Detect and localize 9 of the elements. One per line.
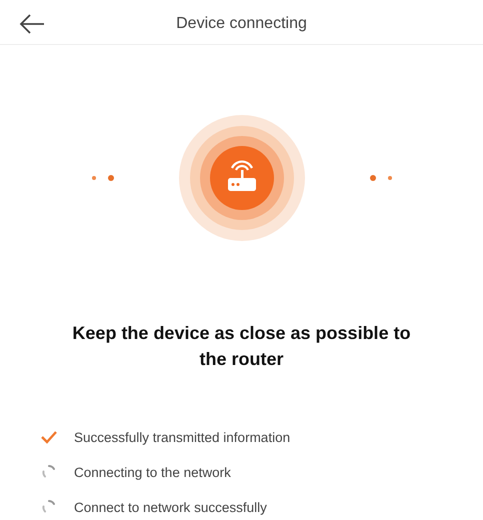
step-label: Connect to network successfully bbox=[74, 500, 267, 514]
dots-icon bbox=[368, 174, 392, 182]
screen-title: Device connecting bbox=[176, 15, 307, 33]
back-button[interactable] bbox=[18, 12, 46, 36]
step-label: Connecting to the network bbox=[74, 464, 231, 480]
step-label: Successfully transmitted information bbox=[74, 430, 290, 444]
instruction-text: Keep the device as close as possible to the router bbox=[71, 322, 412, 371]
dots-icon bbox=[90, 174, 114, 182]
back-arrow-icon bbox=[18, 12, 46, 36]
